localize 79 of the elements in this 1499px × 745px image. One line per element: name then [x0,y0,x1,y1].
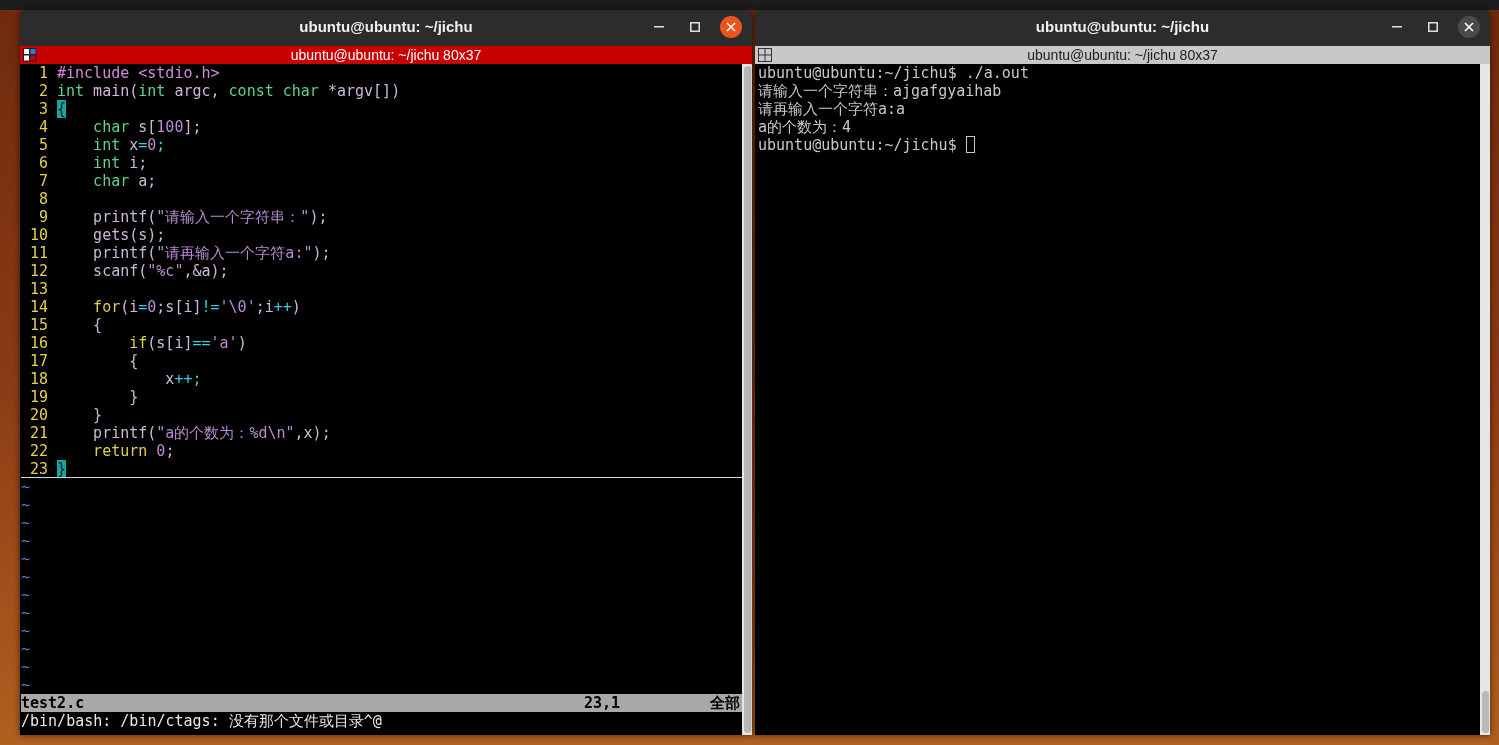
empty-line-marker: ~ [21,657,32,676]
minimize-icon [654,26,664,28]
code-line: { [92,315,103,334]
close-button[interactable] [720,16,742,38]
code-line: { [128,351,139,370]
code-line: char a; [92,171,157,190]
close-icon [726,22,736,32]
code-line: gets(s); [92,225,166,244]
terminal-output-line: ubuntu@ubuntu:~/jichu$ ./a.out [758,63,1029,82]
empty-line-marker: ~ [21,549,32,568]
cursor-position: 23,1 [584,693,622,712]
line-number: 10 [28,225,48,244]
terminal-output-line: 请再输入一个字符a:a [758,99,906,118]
empty-line-marker: ~ [21,639,32,658]
maximize-icon [1428,22,1438,32]
line-number: 22 [28,441,48,460]
line-number: 8 [37,189,48,208]
maximize-icon [690,22,700,32]
line-number: 1 [37,63,48,82]
command-message: /bin/bash: /bin/ctags: 没有那个文件或目录^@ [21,711,383,730]
empty-line-marker: ~ [21,621,32,640]
line-number: 19 [28,387,48,406]
code-line: printf("请输入一个字符串："); [92,207,328,226]
minimize-icon [1392,26,1402,28]
code-line: char s[100]; [92,117,202,136]
file-name: test2.c [21,693,86,712]
empty-line-marker: ~ [21,675,32,694]
code-line: if(s[i]=='a') [128,333,247,352]
code-line: scanf("%c",&a); [92,261,229,280]
empty-line-marker: ~ [21,603,32,622]
code-line: } [128,387,139,406]
code-line: return 0; [92,441,175,460]
code-line: printf("请再输入一个字符a:"); [92,243,331,262]
line-number: 13 [28,279,48,298]
scrollbar[interactable] [742,63,752,735]
empty-line-marker: ~ [21,585,32,604]
line-number: 6 [37,153,48,172]
empty-line-marker: ~ [21,567,32,586]
terminal-output-line: a的个数为：4 [758,117,852,136]
terminal-output-line: ubuntu@ubuntu:~/jichu$ [758,135,957,154]
close-icon [1464,22,1474,32]
empty-line-marker: ~ [21,495,32,514]
code-line: x++; [164,369,202,388]
terminal-title: ubuntu@ubuntu: ~/jichu 80x37 [1026,45,1219,64]
line-number: 11 [28,243,48,262]
line-number: 15 [28,315,48,334]
line-number: 2 [37,81,48,100]
scrollbar[interactable] [1480,63,1490,735]
window-title: ubuntu@ubuntu: ~/jichu [1035,17,1210,38]
line-number: 5 [37,135,48,154]
line-number: 9 [37,207,48,226]
line-number: 21 [28,423,48,442]
grid-icon[interactable] [758,47,772,62]
code-line: for(i=0;s[i]!='\0';i++) [92,297,301,316]
empty-line-marker: ~ [21,513,32,532]
close-button[interactable] [1458,16,1480,38]
code-line: #include <stdio.h> [57,63,220,82]
line-number: 3 [37,99,48,118]
code-line: int main(int argc, const char *argv[]) [57,81,401,100]
terminal-output-line: 请输入一个字符串：ajgafgyaihab [758,81,1002,100]
line-number: 12 [28,261,48,280]
window-title: ubuntu@ubuntu: ~/jichu [299,17,473,38]
line-number: 20 [28,405,48,424]
code-line: int i; [92,153,148,172]
file-scope: 全部 [710,693,741,712]
line-number: 16 [28,333,48,352]
code-line: printf("a的个数为：%d\n",x); [92,423,331,442]
empty-line-marker: ~ [21,531,32,550]
line-number: 14 [28,297,48,316]
code-line: } [92,405,103,424]
empty-line-marker: ~ [21,477,32,496]
line-number: 7 [37,171,48,190]
grid-icon[interactable] [23,47,37,62]
line-number: 18 [28,369,48,388]
line-number: 17 [28,351,48,370]
line-number: 4 [37,117,48,136]
code-line: int x=0; [92,135,166,154]
terminal-title: ubuntu@ubuntu: ~/jichu 80x37 [289,45,483,64]
line-number: 23 [28,459,48,478]
